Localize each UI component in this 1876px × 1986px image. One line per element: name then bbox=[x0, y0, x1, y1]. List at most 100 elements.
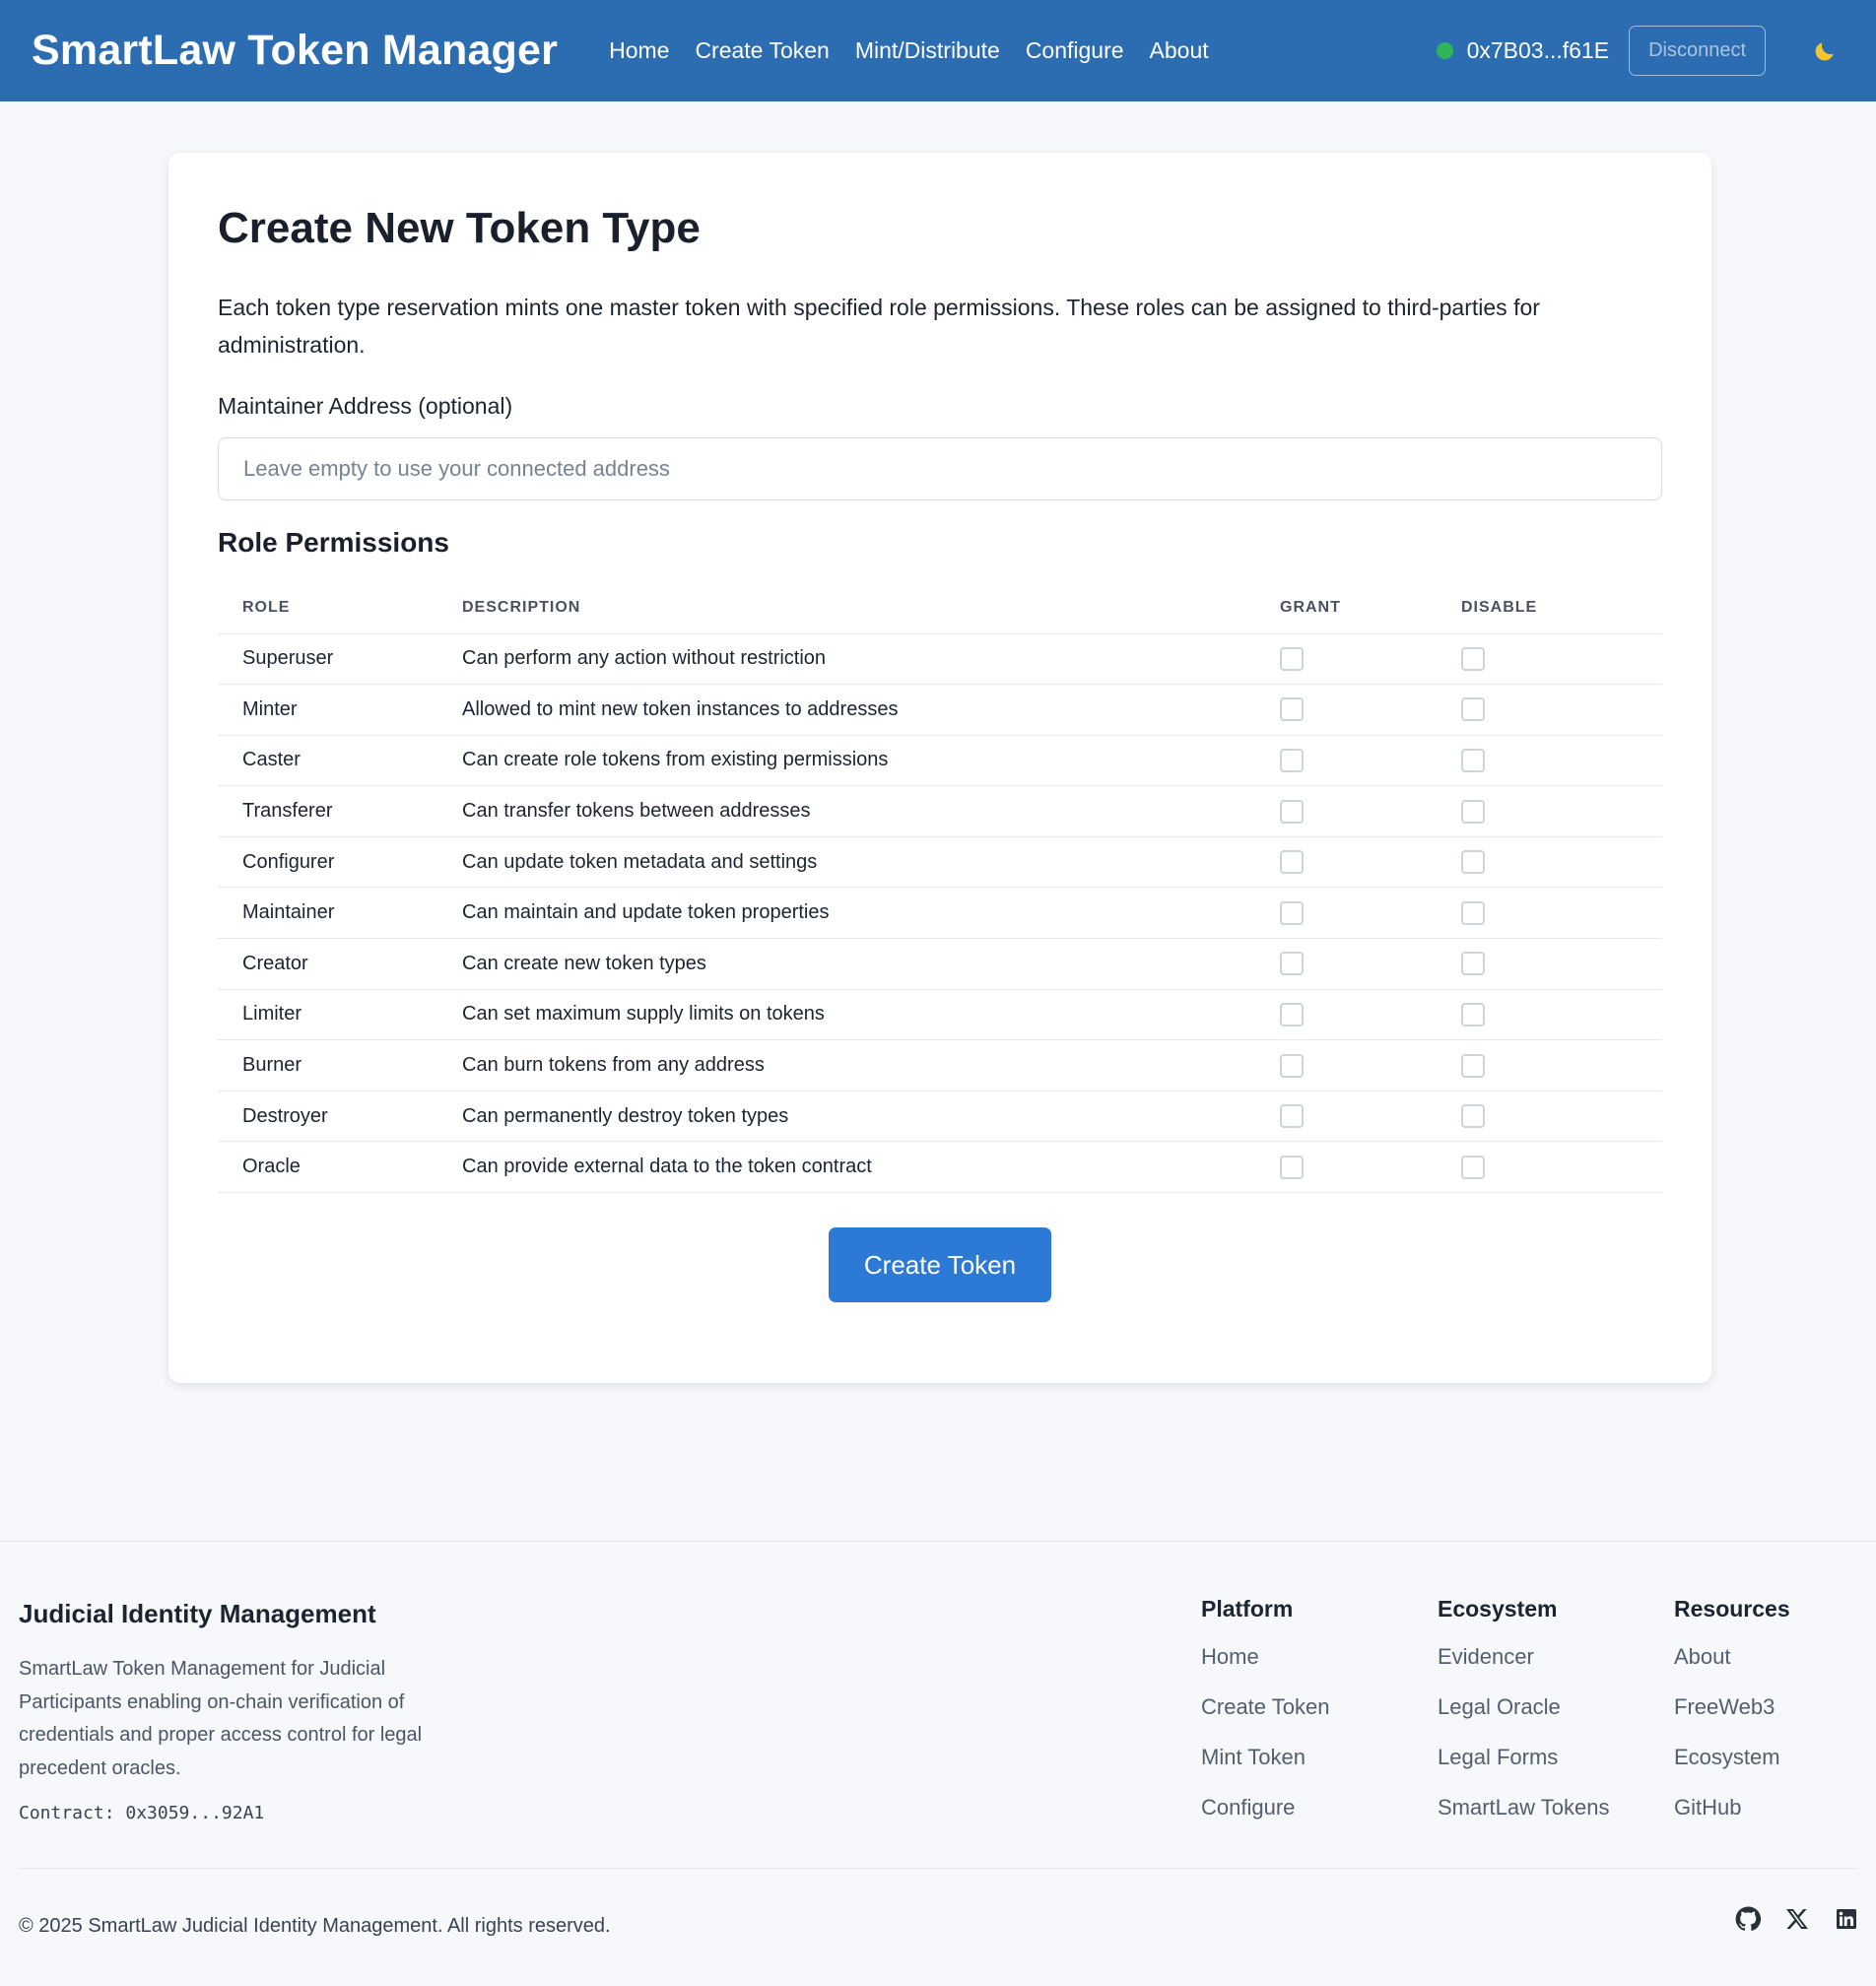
grant-checkbox[interactable] bbox=[1280, 697, 1304, 722]
page-title: Create New Token Type bbox=[218, 204, 701, 252]
table-row: Burner Can burn tokens from any address bbox=[218, 1039, 1662, 1092]
table-row: Superuser Can perform any action without… bbox=[218, 633, 1662, 686]
footer-link-ecosystem[interactable]: Ecosystem bbox=[1674, 1743, 1790, 1793]
maintainer-address-label: Maintainer Address (optional) bbox=[218, 393, 513, 419]
nav-create-token[interactable]: Create Token bbox=[695, 37, 829, 64]
nav-about[interactable]: About bbox=[1150, 37, 1209, 64]
disable-checkbox[interactable] bbox=[1461, 952, 1485, 976]
grant-checkbox[interactable] bbox=[1280, 952, 1304, 976]
disable-checkbox[interactable] bbox=[1461, 646, 1485, 671]
footer-link-legal-oracle[interactable]: Legal Oracle bbox=[1438, 1692, 1609, 1743]
role-description: Can create new token types bbox=[462, 938, 1280, 990]
brand-title[interactable]: SmartLaw Token Manager bbox=[32, 27, 558, 75]
table-row: Maintainer Can maintain and update token… bbox=[218, 887, 1662, 940]
github-icon[interactable] bbox=[1734, 1905, 1762, 1933]
footer-link-evidencer[interactable]: Evidencer bbox=[1438, 1642, 1609, 1692]
role-name: Burner bbox=[218, 1039, 462, 1092]
role-description: Can update token metadata and settings bbox=[462, 836, 1280, 889]
disable-checkbox[interactable] bbox=[1461, 900, 1485, 925]
moon-icon[interactable] bbox=[1805, 32, 1844, 71]
maintainer-address-input[interactable] bbox=[218, 437, 1662, 500]
role-description: Allowed to mint new token instances to a… bbox=[462, 684, 1280, 736]
role-name: Minter bbox=[218, 684, 462, 736]
role-name: Creator bbox=[218, 938, 462, 990]
disconnect-button[interactable]: Disconnect bbox=[1629, 26, 1766, 76]
footer-link-freeweb3[interactable]: FreeWeb3 bbox=[1674, 1692, 1790, 1743]
copyright-text: © 2025 SmartLaw Judicial Identity Manage… bbox=[19, 1915, 611, 1937]
table-row: Destroyer Can permanently destroy token … bbox=[218, 1091, 1662, 1143]
footer-heading: Resources bbox=[1674, 1596, 1790, 1622]
wallet-address: 0x7B03...f61E bbox=[1466, 37, 1610, 63]
footer-title: Judicial Identity Management bbox=[19, 1599, 376, 1628]
table-row: Minter Allowed to mint new token instanc… bbox=[218, 684, 1662, 736]
table-row: Oracle Can provide external data to the … bbox=[218, 1141, 1662, 1194]
grant-checkbox[interactable] bbox=[1280, 646, 1304, 671]
disable-checkbox[interactable] bbox=[1461, 850, 1485, 875]
linkedin-icon[interactable] bbox=[1833, 1905, 1860, 1933]
footer-link-legal-forms[interactable]: Legal Forms bbox=[1438, 1743, 1609, 1793]
role-description: Can transfer tokens between addresses bbox=[462, 785, 1280, 837]
role-description: Can maintain and update token properties bbox=[462, 887, 1280, 940]
role-name: Transferer bbox=[218, 785, 462, 837]
x-icon[interactable] bbox=[1783, 1905, 1811, 1933]
grant-checkbox[interactable] bbox=[1280, 850, 1304, 875]
grant-checkbox[interactable] bbox=[1280, 1155, 1304, 1179]
nav-configure[interactable]: Configure bbox=[1026, 37, 1124, 64]
nav-home[interactable]: Home bbox=[609, 37, 669, 64]
wallet-status: 0x7B03...f61E Disconnect bbox=[1436, 26, 1766, 76]
footer-link-home[interactable]: Home bbox=[1201, 1642, 1329, 1692]
nav-mint-distribute[interactable]: Mint/Distribute bbox=[855, 37, 1000, 64]
footer-link-configure[interactable]: Configure bbox=[1201, 1793, 1329, 1843]
grant-checkbox[interactable] bbox=[1280, 1104, 1304, 1129]
role-permissions-table: ROLE DESCRIPTION GRANT DISABLE Superuser… bbox=[218, 582, 1662, 1194]
role-description: Can provide external data to the token c… bbox=[462, 1141, 1280, 1194]
table-row: Configurer Can update token metadata and… bbox=[218, 836, 1662, 889]
table-row: Transferer Can transfer tokens between a… bbox=[218, 785, 1662, 837]
footer-link-create-token[interactable]: Create Token bbox=[1201, 1692, 1329, 1743]
grant-checkbox[interactable] bbox=[1280, 900, 1304, 925]
table-header-row: ROLE DESCRIPTION GRANT DISABLE bbox=[218, 582, 1662, 634]
footer-column-ecosystem: Ecosystem Evidencer Legal Oracle Legal F… bbox=[1438, 1596, 1609, 1843]
footer-heading: Platform bbox=[1201, 1596, 1294, 1622]
footer-heading: Ecosystem bbox=[1438, 1596, 1558, 1622]
role-name: Limiter bbox=[218, 989, 462, 1041]
contract-address: Contract: 0x3059...92A1 bbox=[19, 1803, 265, 1823]
footer-link-about[interactable]: About bbox=[1674, 1642, 1790, 1692]
column-role: ROLE bbox=[218, 582, 462, 634]
disable-checkbox[interactable] bbox=[1461, 1104, 1485, 1129]
role-name: Caster bbox=[218, 735, 462, 787]
create-token-card: Create New Token Type Each token type re… bbox=[168, 153, 1711, 1383]
main-nav: Home Create Token Mint/Distribute Config… bbox=[609, 37, 1209, 64]
role-description: Can permanently destroy token types bbox=[462, 1091, 1280, 1143]
footer-description: SmartLaw Token Management for Judicial P… bbox=[19, 1658, 423, 1779]
intro-text: Each token type reservation mints one ma… bbox=[218, 295, 1540, 358]
role-name: Superuser bbox=[218, 633, 462, 686]
footer-column-platform: Platform Home Create Token Mint Token Co… bbox=[1201, 1596, 1329, 1843]
disable-checkbox[interactable] bbox=[1461, 697, 1485, 722]
footer-link-mint-token[interactable]: Mint Token bbox=[1201, 1743, 1329, 1793]
role-description: Can perform any action without restricti… bbox=[462, 633, 1280, 686]
role-name: Oracle bbox=[218, 1141, 462, 1194]
role-name: Maintainer bbox=[218, 887, 462, 940]
create-token-button[interactable]: Create Token bbox=[829, 1227, 1051, 1302]
disable-checkbox[interactable] bbox=[1461, 1002, 1485, 1026]
column-disable: DISABLE bbox=[1461, 582, 1662, 634]
role-name: Configurer bbox=[218, 836, 462, 889]
grant-checkbox[interactable] bbox=[1280, 748, 1304, 772]
role-permissions-heading: Role Permissions bbox=[218, 527, 449, 558]
role-name: Destroyer bbox=[218, 1091, 462, 1143]
column-description: DESCRIPTION bbox=[462, 582, 1280, 634]
disable-checkbox[interactable] bbox=[1461, 1053, 1485, 1078]
grant-checkbox[interactable] bbox=[1280, 799, 1304, 824]
role-description: Can burn tokens from any address bbox=[462, 1039, 1280, 1092]
table-row: Creator Can create new token types bbox=[218, 938, 1662, 990]
disable-checkbox[interactable] bbox=[1461, 1155, 1485, 1179]
disable-checkbox[interactable] bbox=[1461, 748, 1485, 772]
footer-link-smartlaw-tokens[interactable]: SmartLaw Tokens bbox=[1438, 1793, 1609, 1843]
table-row: Caster Can create role tokens from exist… bbox=[218, 735, 1662, 787]
footer-link-github[interactable]: GitHub bbox=[1674, 1793, 1790, 1843]
grant-checkbox[interactable] bbox=[1280, 1053, 1304, 1078]
footer-column-resources: Resources About FreeWeb3 Ecosystem GitHu… bbox=[1674, 1596, 1790, 1843]
grant-checkbox[interactable] bbox=[1280, 1002, 1304, 1026]
disable-checkbox[interactable] bbox=[1461, 799, 1485, 824]
